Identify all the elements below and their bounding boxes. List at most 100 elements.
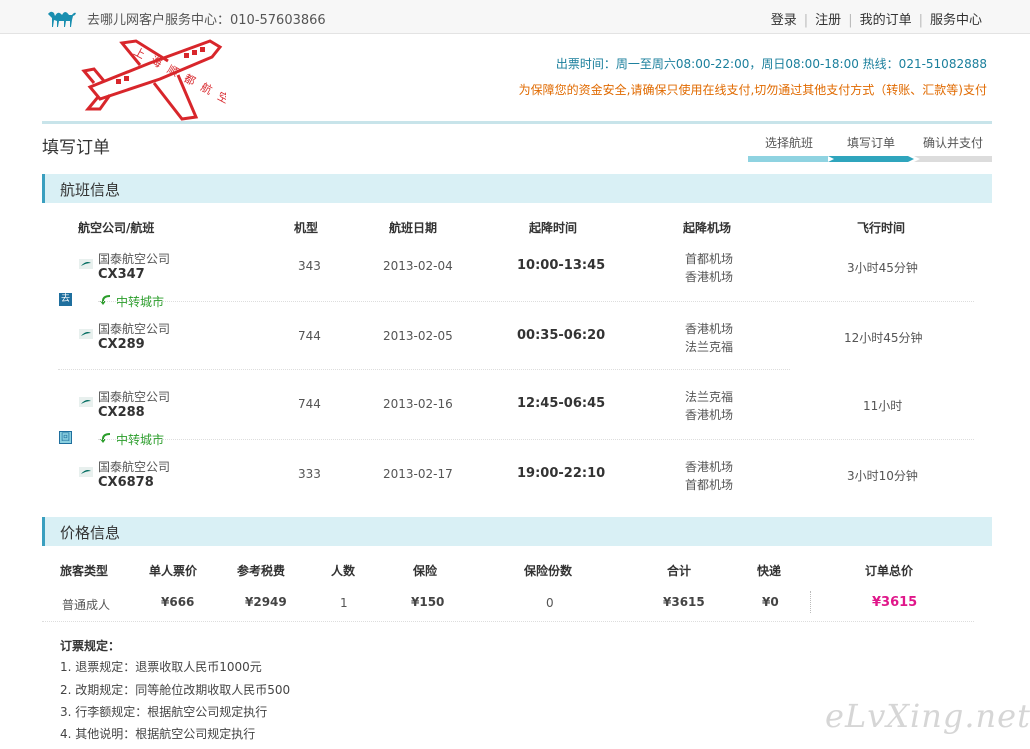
- flight-airline: 国泰航空公司: [98, 322, 171, 336]
- flight-airline: 国泰航空公司: [98, 460, 171, 474]
- row-divider: [98, 439, 974, 440]
- flight-time: 12:45-06:45: [517, 396, 606, 411]
- flight-dep-airport: 香港机场: [685, 460, 734, 474]
- top-nav: 登录 | 注册 | 我的订单 | 服务中心: [771, 9, 982, 28]
- transfer-icon: [100, 433, 110, 443]
- register-link[interactable]: 注册: [815, 13, 841, 28]
- col-express: 快递: [757, 564, 782, 578]
- rule-baggage: 3. 行李额规定：根据航空公司规定执行: [60, 705, 268, 719]
- tax-price: ¥2949: [245, 595, 287, 609]
- insurance-price: ¥150: [411, 595, 445, 609]
- price-info-title: 价格信息: [60, 524, 121, 542]
- transfer-icon: [100, 295, 110, 305]
- flight-number: CX288: [98, 405, 145, 420]
- step-progress-bar: [748, 156, 992, 162]
- flight-arr-airport: 首都机场: [685, 478, 734, 492]
- insurance-count: 0: [546, 596, 554, 610]
- flight-model: 744: [298, 329, 321, 343]
- rule-reschedule: 2. 改期规定：同等舱位改期收取人民币500: [60, 683, 291, 697]
- rule-refund: 1. 退票规定：退票收取人民币1000元: [60, 660, 262, 674]
- row-divider: [98, 301, 974, 302]
- col-model: 机型: [294, 221, 319, 235]
- col-passenger-type: 旅客类型: [60, 564, 109, 578]
- page-title: 填写订单: [42, 138, 110, 158]
- total-divider: [810, 591, 811, 613]
- return-badge: 回: [59, 431, 72, 444]
- col-time: 起降时间: [529, 221, 578, 235]
- flight-airline: 国泰航空公司: [98, 390, 171, 404]
- flight-airline: 国泰航空公司: [98, 252, 171, 266]
- login-link[interactable]: 登录: [771, 13, 797, 28]
- flight-number: CX289: [98, 337, 145, 352]
- flight-dep-airport: 法兰克福: [685, 390, 734, 404]
- flight-number: CX6878: [98, 475, 154, 490]
- flight-duration: 12小时45分钟: [844, 331, 923, 345]
- flight-date: 2013-02-05: [383, 329, 453, 343]
- col-order-total: 订单总价: [865, 564, 914, 578]
- nav-separator: |: [848, 13, 853, 28]
- flight-arr-airport: 香港机场: [685, 270, 734, 284]
- flight-dep-airport: 香港机场: [685, 322, 734, 336]
- col-tax: 参考税费: [237, 564, 286, 578]
- flight-duration: 3小时45分钟: [847, 261, 918, 275]
- row-divider: [58, 369, 790, 370]
- flight-date: 2013-02-17: [383, 467, 453, 481]
- express-price: ¥0: [762, 595, 779, 609]
- col-insurance-count: 保险份数: [524, 564, 573, 578]
- watermark: eLvXing.net: [825, 697, 1030, 735]
- cathay-logo-icon: [79, 467, 93, 477]
- outbound-badge: 去: [59, 293, 72, 306]
- subtotal-price: ¥3615: [663, 595, 705, 609]
- flight-arr-airport: 香港机场: [685, 408, 734, 422]
- flight-time: 00:35-06:20: [517, 328, 606, 343]
- flight-date: 2013-02-04: [383, 259, 453, 273]
- order-steps: 选择航班 填写订单 确认并支付: [748, 134, 992, 164]
- flight-time: 19:00-22:10: [517, 466, 606, 481]
- row-divider: [42, 621, 974, 622]
- brand-logo[interactable]: 上海顺都航空: [80, 35, 226, 123]
- flight-info-header: 航班信息: [42, 174, 992, 203]
- step-confirm-pay: 确认并支付: [922, 136, 983, 150]
- flight-model: 744: [298, 397, 321, 411]
- flight-model: 343: [298, 259, 321, 273]
- cathay-logo-icon: [79, 259, 93, 269]
- service-center-link[interactable]: 服务中心: [930, 13, 982, 28]
- flight-duration: 11小时: [863, 399, 903, 413]
- ticketing-hours: 出票时间：周一至周六08:00-22:00，周日08:00-18:00 热线：0…: [555, 57, 987, 71]
- col-airport: 起降机场: [683, 221, 732, 235]
- payment-warning: 为保障您的资金安全,请确保只使用在线支付,切勿通过其他支付方式（转账、汇款等)支…: [518, 83, 987, 97]
- ticket-rules-title: 订票规定：: [60, 639, 121, 653]
- my-orders-link[interactable]: 我的订单: [860, 13, 912, 28]
- flight-info-title: 航班信息: [60, 181, 121, 199]
- col-subtotal: 合计: [667, 564, 692, 578]
- col-airline: 航空公司/航班: [78, 221, 155, 235]
- flight-duration: 3小时10分钟: [847, 469, 918, 483]
- passenger-type: 普通成人: [62, 598, 111, 612]
- price-info-header: 价格信息: [42, 517, 992, 546]
- col-insurance: 保险: [413, 564, 438, 578]
- flight-number: CX347: [98, 267, 145, 282]
- site-header: 上海顺都航空 出票时间：周一至周六08:00-22:00，周日08:00-18:…: [42, 33, 992, 124]
- nav-separator: |: [918, 13, 923, 28]
- flight-model: 333: [298, 467, 321, 481]
- step-fill-order: 填写订单: [846, 136, 895, 150]
- col-count: 人数: [331, 564, 356, 578]
- camel-logo-icon[interactable]: [46, 6, 78, 28]
- flight-date: 2013-02-16: [383, 397, 453, 411]
- flight-time: 10:00-13:45: [517, 258, 606, 273]
- step-select-flight: 选择航班: [764, 136, 813, 150]
- cathay-logo-icon: [79, 397, 93, 407]
- rule-other: 4. 其他说明：根据航空公司规定执行: [60, 727, 256, 741]
- cathay-logo-icon: [79, 329, 93, 339]
- order-total-price: ¥3615: [872, 595, 918, 610]
- service-hotline: 去哪儿网客户服务中心：010-57603866: [87, 13, 326, 28]
- col-duration: 飞行时间: [857, 221, 906, 235]
- flight-arr-airport: 法兰克福: [685, 340, 734, 354]
- col-date: 航班日期: [389, 221, 438, 235]
- passenger-count: 1: [340, 596, 348, 610]
- ticket-price: ¥666: [161, 595, 195, 609]
- top-bar: 去哪儿网客户服务中心：010-57603866 登录 | 注册 | 我的订单 | 服务中心: [0, 0, 1030, 34]
- flight-dep-airport: 首都机场: [685, 252, 734, 266]
- col-ticket-price: 单人票价: [149, 564, 198, 578]
- nav-separator: |: [803, 13, 809, 28]
